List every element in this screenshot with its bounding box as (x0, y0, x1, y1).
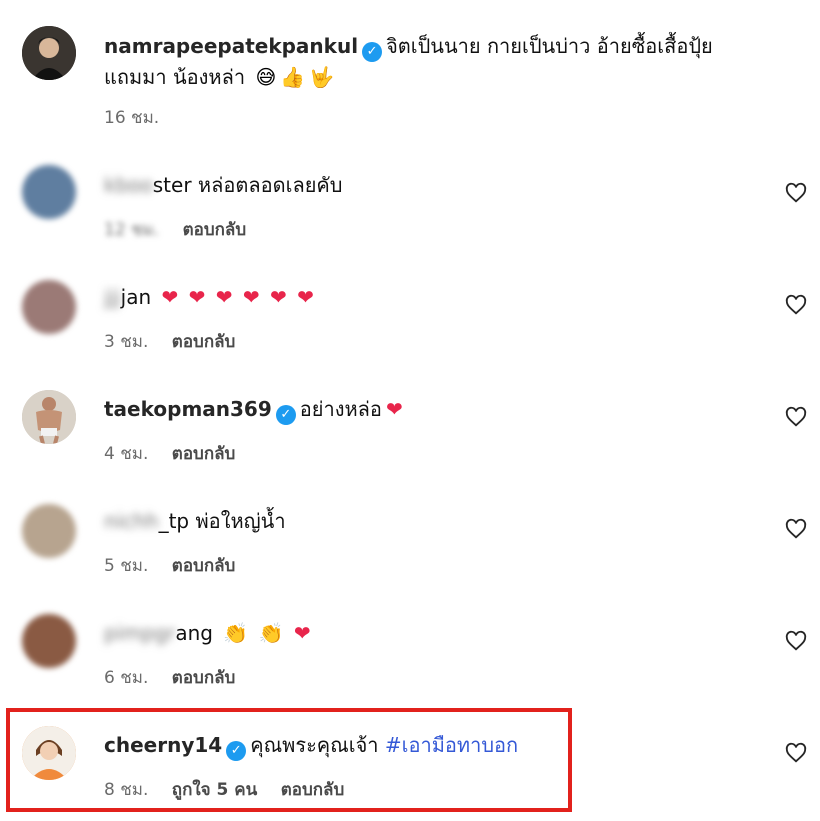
heart-emoji: ❤ (297, 285, 314, 309)
comment-meta: 12 ชม. ตอบกลับ (104, 216, 264, 243)
like-button[interactable] (784, 629, 808, 653)
username-blurred[interactable]: nichh (104, 509, 159, 533)
avatar[interactable] (22, 390, 76, 444)
reply-button[interactable]: ตอบกลับ (172, 444, 236, 464)
avatar[interactable] (22, 280, 76, 334)
comment-text: หล่อตลอดเลยคับ (197, 173, 343, 197)
reply-button[interactable]: ตอบกลับ (281, 780, 345, 800)
clap-emoji: 👏 (223, 621, 249, 645)
comment-text: อย่างหล่อ (299, 397, 382, 421)
comment-meta: 16 ชม. (104, 104, 177, 131)
avatar[interactable] (22, 726, 76, 780)
heart-emoji: ❤ (161, 285, 179, 309)
verified-badge-icon: ✓ (226, 741, 247, 761)
verified-badge-icon: ✓ (275, 405, 296, 425)
like-button[interactable] (784, 181, 808, 205)
username-visible-part: ang (175, 621, 213, 645)
heart-emoji: ❤ (385, 397, 403, 421)
heart-emoji: ❤ (242, 285, 260, 309)
avatar[interactable] (22, 165, 76, 219)
comment-body: namrapeepatekpankul ✓ จิตเป็นนาย กายเป็นบ่… (104, 31, 713, 62)
heart-outline-icon (785, 518, 807, 539)
comment-body-continued: แถมมา น้องหล่า 😅 👍 🤟 (104, 62, 334, 92)
timestamp[interactable]: 6 ชม. (104, 668, 148, 688)
username-visible-part: _tp (158, 509, 190, 533)
reply-button[interactable]: ตอบกลับ (183, 220, 247, 240)
comment-text: พ่อใหญ่น้ำ (195, 509, 286, 533)
timestamp[interactable]: 4 ชม. (104, 444, 148, 464)
heart-emoji: ❤ (293, 621, 311, 645)
comment-meta: 5 ชม. ตอบกลับ (104, 552, 253, 579)
comment-body: jjjjan ❤ ❤ ❤ ❤ ❤ ❤ (104, 282, 314, 312)
emoji: 🤟 (309, 65, 335, 89)
comment-meta: 8 ชม. ถูกใจ 5 คน ตอบกลับ (104, 776, 362, 803)
timestamp[interactable]: 8 ชม. (104, 780, 148, 800)
hashtag-link[interactable]: #เอามือทาบอก (385, 733, 518, 757)
username-visible-part: ster (152, 173, 192, 197)
username[interactable]: taekopman369 (104, 397, 272, 421)
comment-body: pimpgrang 👏 👏 ❤ (104, 618, 311, 648)
username-blurred[interactable]: jjj (104, 285, 121, 309)
timestamp[interactable]: 12 ชม. (104, 220, 159, 240)
timestamp[interactable]: 16 ชม. (104, 108, 159, 128)
like-button[interactable] (784, 293, 808, 317)
comment-text-line2: แถมมา น้องหล่า (104, 65, 246, 89)
verified-badge-icon: ✓ (362, 42, 383, 62)
heart-emoji: ❤ (215, 285, 233, 309)
comment-body: kbooster หล่อตลอดเลยคับ (104, 170, 343, 200)
comment-meta: 3 ชม. ตอบกลับ (104, 328, 253, 355)
username-blurred[interactable]: pimpgr (104, 621, 175, 645)
timestamp[interactable]: 5 ชม. (104, 556, 148, 576)
username[interactable]: namrapeepatekpankul (104, 34, 358, 58)
clap-emoji: 👏 (258, 621, 284, 645)
username[interactable]: cheerny14 (104, 733, 222, 757)
heart-emoji: ❤ (188, 285, 206, 309)
heart-outline-icon (785, 630, 807, 651)
like-button[interactable] (784, 405, 808, 429)
username-blurred[interactable]: kboo (104, 173, 153, 197)
like-button[interactable] (784, 517, 808, 541)
heart-outline-icon (785, 294, 807, 315)
emoji: 👍 (280, 65, 306, 89)
reply-button[interactable]: ตอบกลับ (172, 332, 236, 352)
heart-emoji: ❤ (270, 285, 287, 309)
comment-meta: 4 ชม. ตอบกลับ (104, 440, 253, 467)
avatar[interactable] (22, 614, 76, 668)
heart-outline-icon (785, 742, 807, 763)
comment-meta: 6 ชม. ตอบกลับ (104, 664, 253, 691)
comment-text: คุณพระคุณเจ้า (250, 733, 379, 757)
like-button[interactable] (784, 741, 808, 765)
heart-outline-icon (785, 182, 807, 203)
comment-body: nichh_tp พ่อใหญ่น้ำ (104, 506, 286, 536)
heart-outline-icon (785, 406, 807, 427)
avatar[interactable] (22, 504, 76, 558)
likes-count[interactable]: ถูกใจ 5 คน (172, 780, 258, 800)
reply-button[interactable]: ตอบกลับ (172, 556, 236, 576)
comment-body: taekopman369 ✓ อย่างหล่อ ❤ (104, 394, 403, 425)
reply-button[interactable]: ตอบกลับ (172, 668, 236, 688)
username-visible-part: jan (120, 285, 152, 309)
emoji: 😅 (255, 65, 277, 89)
comment-text: จิตเป็นนาย กายเป็นบ่าว อ้ายซื้อเสื้อปุ้ย (386, 34, 713, 58)
avatar[interactable] (22, 26, 76, 80)
timestamp[interactable]: 3 ชม. (104, 332, 148, 352)
comment-body: cheerny14 ✓ คุณพระคุณเจ้า #เอามือทาบอก (104, 730, 518, 761)
